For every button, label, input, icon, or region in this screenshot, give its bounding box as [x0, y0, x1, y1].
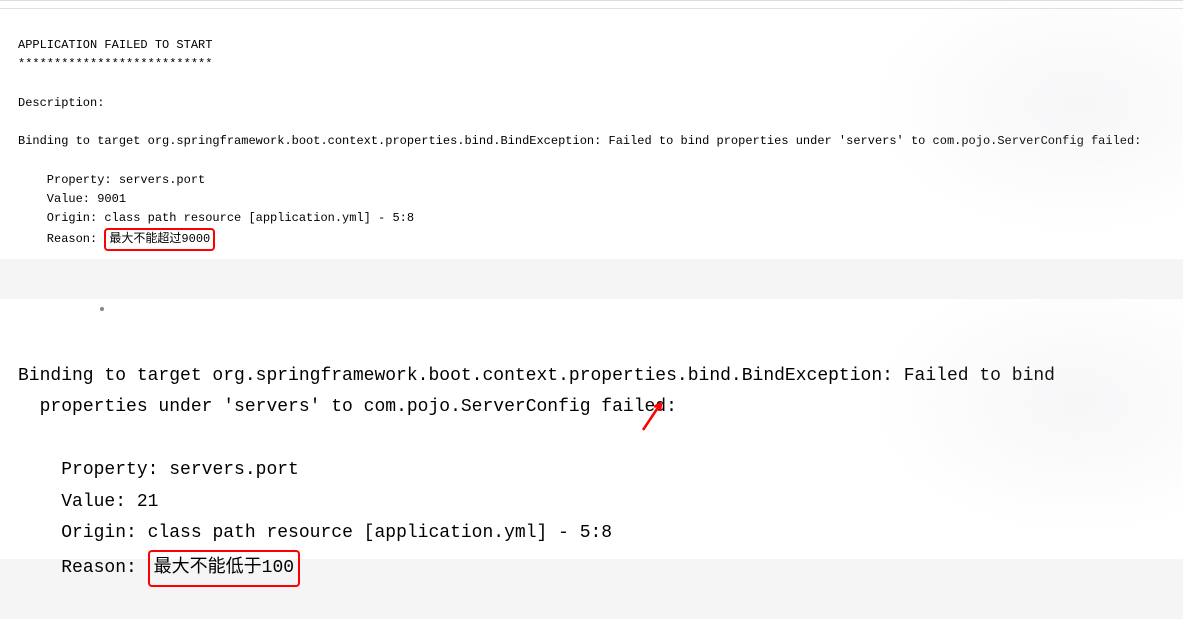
- console-line: Property: servers.port: [18, 173, 205, 187]
- console-line: Origin: class path resource [application…: [18, 523, 612, 543]
- console-output-top: APPLICATION FAILED TO START ************…: [0, 9, 1183, 278]
- console-line: ***************************: [18, 57, 212, 71]
- tab-bar: [0, 1, 1183, 9]
- console-line: Value: 21: [18, 492, 158, 512]
- console-line: Property: servers.port: [18, 460, 299, 480]
- console-output-bottom: Binding to target org.springframework.bo…: [18, 329, 1165, 619]
- console-line: Value: 9001: [18, 192, 126, 206]
- bottom-console-panel: Binding to target org.springframework.bo…: [0, 299, 1183, 559]
- console-reason-label: Reason:: [18, 232, 104, 246]
- console-line: Binding to target org.springframework.bo…: [18, 366, 1055, 386]
- highlighted-reason-text: 最大不能超过9000: [104, 228, 215, 251]
- console-reason-label: Reason:: [18, 558, 148, 578]
- console-line: properties under 'servers' to com.pojo.S…: [18, 397, 677, 417]
- console-line: Binding to target org.springframework.bo…: [18, 134, 1141, 148]
- highlighted-reason-text: 最大不能低于100: [148, 550, 300, 588]
- console-line: Origin: class path resource [application…: [18, 211, 414, 225]
- console-line: APPLICATION FAILED TO START: [18, 38, 212, 52]
- top-console-panel: APPLICATION FAILED TO START ************…: [0, 0, 1183, 259]
- console-line: Description:: [18, 96, 104, 110]
- decorative-dot: [100, 307, 104, 311]
